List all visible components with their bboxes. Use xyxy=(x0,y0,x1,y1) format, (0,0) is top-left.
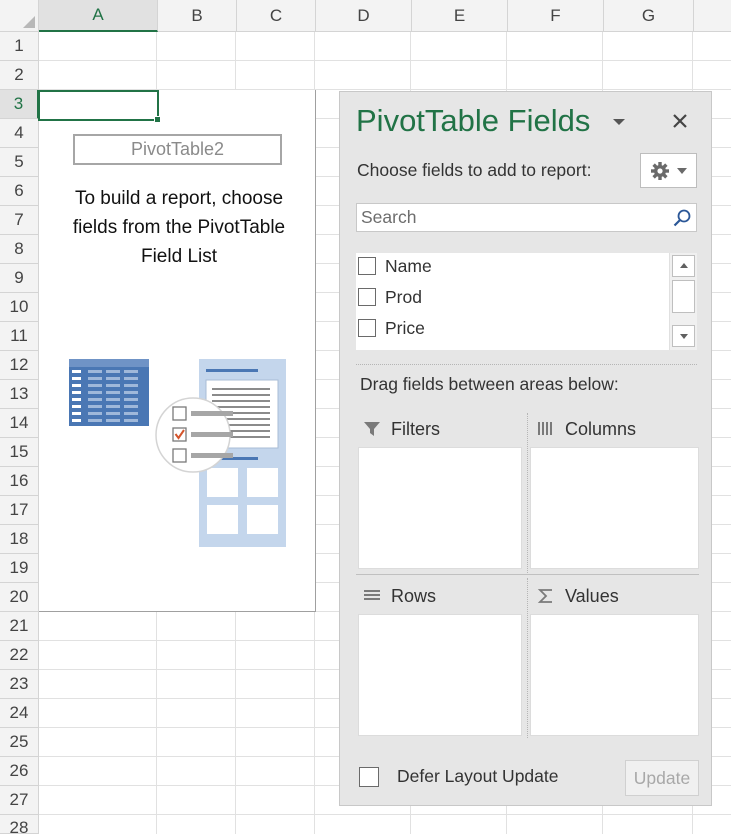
row-header-4[interactable]: 4 xyxy=(0,119,39,148)
filters-drop-zone[interactable] xyxy=(358,447,522,569)
chevron-down-icon xyxy=(679,334,688,339)
filter-icon xyxy=(364,422,380,436)
field-label: Name xyxy=(385,255,432,276)
row-header-15[interactable]: 15 xyxy=(0,438,39,467)
scroll-down-button[interactable] xyxy=(672,325,695,347)
field-checkbox[interactable] xyxy=(358,319,376,337)
rows-area-header: Rows xyxy=(362,582,436,610)
column-header-f[interactable]: F xyxy=(508,0,604,32)
row-header-1[interactable]: 1 xyxy=(0,32,39,61)
row-header-25[interactable]: 25 xyxy=(0,728,39,757)
values-label: Values xyxy=(565,585,619,606)
row-header-28[interactable]: 28 xyxy=(0,815,39,837)
rows-label: Rows xyxy=(391,585,437,606)
row-header-10[interactable]: 10 xyxy=(0,293,39,322)
rows-drop-zone[interactable] xyxy=(358,614,522,736)
section-divider xyxy=(356,364,697,365)
field-checkbox[interactable] xyxy=(358,257,376,275)
pane-title: PivotTable Fields xyxy=(356,103,591,138)
search-input[interactable] xyxy=(357,204,661,231)
area-divider-horizontal xyxy=(356,574,699,575)
row-header-7[interactable]: 7 xyxy=(0,206,39,235)
row-header-16[interactable]: 16 xyxy=(0,467,39,496)
field-item-prod[interactable]: Prod xyxy=(358,284,422,310)
defer-layout-update-checkbox[interactable]: Defer Layout Update xyxy=(359,766,559,787)
row-header-21[interactable]: 21 xyxy=(0,612,39,641)
row-header-13[interactable]: 13 xyxy=(0,380,39,409)
columns-drop-zone[interactable] xyxy=(530,447,699,569)
values-area-header: Values xyxy=(536,582,619,610)
column-header-c[interactable]: C xyxy=(237,0,316,32)
tools-button[interactable] xyxy=(640,153,697,188)
chevron-down-icon xyxy=(676,167,687,174)
rows-icon xyxy=(364,590,380,600)
columns-icon xyxy=(538,422,552,435)
select-all-triangle xyxy=(23,16,35,28)
gear-icon xyxy=(650,161,669,180)
column-header-e[interactable]: E xyxy=(412,0,508,32)
choose-fields-label: Choose fields to add to report: xyxy=(357,160,592,180)
pivottable-instructions: To build a report, choose fields from th… xyxy=(72,188,286,267)
row-header-8[interactable]: 8 xyxy=(0,235,39,264)
field-list-scrollbar[interactable] xyxy=(669,253,697,350)
columns-area-header: Columns xyxy=(536,415,636,443)
active-cell-a3[interactable] xyxy=(38,90,161,123)
row-header-19[interactable]: 19 xyxy=(0,554,39,583)
column-header-a[interactable]: A xyxy=(39,0,158,32)
scroll-up-button[interactable] xyxy=(672,255,695,277)
row-header-24[interactable]: 24 xyxy=(0,699,39,728)
row-header-12[interactable]: 12 xyxy=(0,351,39,380)
row-header-20[interactable]: 20 xyxy=(0,583,39,612)
column-header-b[interactable]: B xyxy=(158,0,237,32)
scroll-thumb[interactable] xyxy=(672,280,695,313)
field-item-price[interactable]: Price xyxy=(358,315,425,341)
row-header-3[interactable]: 3 xyxy=(0,90,39,119)
search-icon[interactable] xyxy=(672,208,692,228)
row-header-11[interactable]: 11 xyxy=(0,322,39,351)
field-label: Prod xyxy=(385,286,422,307)
row-header-5[interactable]: 5 xyxy=(0,148,39,177)
field-list: Name Prod Price xyxy=(356,253,697,350)
field-item-name[interactable]: Name xyxy=(358,253,432,279)
pivottable-illustration xyxy=(69,359,286,547)
field-search-box[interactable] xyxy=(356,203,697,232)
row-header-6[interactable]: 6 xyxy=(0,177,39,206)
column-header-d[interactable]: D xyxy=(316,0,412,32)
row-header-27[interactable]: 27 xyxy=(0,786,39,815)
sigma-icon xyxy=(537,589,552,603)
field-checkbox[interactable] xyxy=(358,288,376,306)
update-button[interactable]: Update xyxy=(625,760,699,796)
row-header-23[interactable]: 23 xyxy=(0,670,39,699)
row-header-18[interactable]: 18 xyxy=(0,525,39,554)
area-divider-vertical xyxy=(527,413,529,573)
values-drop-zone[interactable] xyxy=(530,614,699,736)
row-header-22[interactable]: 22 xyxy=(0,641,39,670)
defer-label: Defer Layout Update xyxy=(397,766,559,786)
table-grid-graphic xyxy=(69,359,149,426)
column-header-h[interactable] xyxy=(694,0,731,32)
filters-area-header: Filters xyxy=(362,415,440,443)
close-icon[interactable] xyxy=(669,110,691,132)
columns-label: Columns xyxy=(565,418,637,439)
filters-label: Filters xyxy=(391,418,440,439)
chevron-down-icon[interactable] xyxy=(610,114,628,130)
defer-checkbox[interactable] xyxy=(359,766,379,787)
row-header-14[interactable]: 14 xyxy=(0,409,39,438)
row-header-26[interactable]: 26 xyxy=(0,757,39,786)
row-header-9[interactable]: 9 xyxy=(0,264,39,293)
chevron-up-icon xyxy=(679,263,688,268)
drag-fields-label: Drag fields between areas below: xyxy=(360,374,619,394)
column-header-g[interactable]: G xyxy=(604,0,694,32)
row-header-2[interactable]: 2 xyxy=(0,61,39,90)
pivottable-name-label: PivotTable2 xyxy=(73,134,282,165)
row-header-17[interactable]: 17 xyxy=(0,496,39,525)
field-label: Price xyxy=(385,317,425,338)
select-all-corner[interactable] xyxy=(0,0,39,32)
area-divider-vertical xyxy=(527,578,529,738)
